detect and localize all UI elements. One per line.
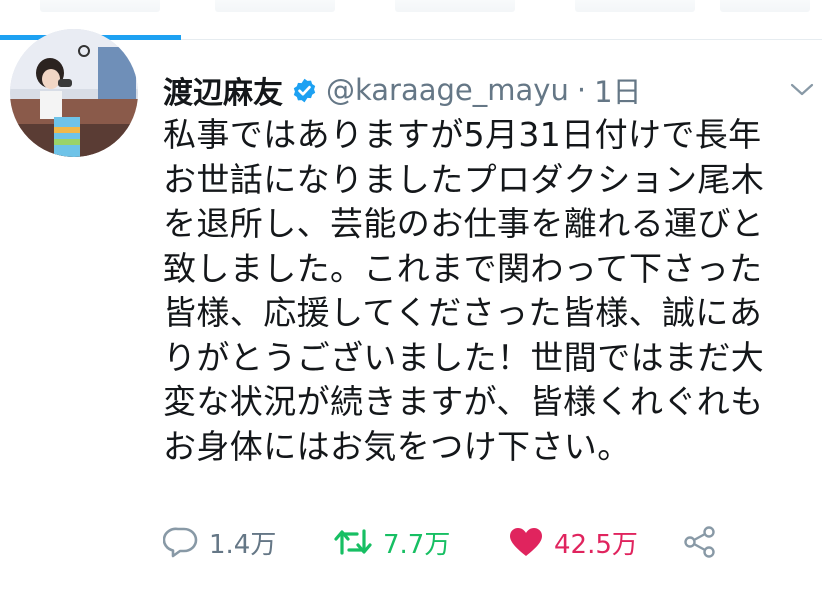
tweet-text-line: お身体にはお気をつけ下さい。 (163, 426, 631, 466)
tab-2[interactable] (215, 0, 335, 12)
like-button[interactable]: 42.5万 (508, 522, 638, 562)
reply-bubble-icon (163, 527, 198, 558)
timestamp[interactable]: 1日 (594, 69, 641, 111)
tab-5[interactable] (720, 0, 810, 12)
reply-button[interactable]: 1.4万 (163, 522, 276, 562)
tweet-text-line: お世話になりましたプロダクション尾木 (163, 159, 765, 199)
tweet-text: 私事ではありますが5月31日付けで長年 お世話になりましたプロダクション尾木 を… (163, 113, 813, 469)
like-count: 42.5万 (554, 529, 638, 560)
tab-4[interactable] (575, 0, 695, 12)
display-name[interactable]: 渡辺麻友 (163, 68, 283, 112)
reply-count: 1.4万 (209, 529, 277, 560)
share-button[interactable] (683, 522, 717, 562)
avatar[interactable] (10, 29, 138, 157)
retweet-button[interactable]: 7.7万 (333, 522, 450, 562)
retweet-count: 7.7万 (383, 529, 451, 560)
tab-1[interactable] (40, 0, 160, 12)
tweet-text-line: 私事ではありますが5月31日付けで長年 (163, 115, 762, 154)
verified-badge-icon (293, 78, 316, 102)
handle[interactable]: @karaage_mayu (326, 73, 569, 107)
tweet-text-line: りがとうございました！世間ではまだ大 (163, 337, 765, 377)
separator: · (576, 73, 587, 107)
tab-3[interactable] (395, 0, 515, 12)
heart-icon (510, 528, 542, 556)
tweet-text-line: 変な状況が続きますが、皆様くれぐれも (163, 382, 764, 421)
share-icon (684, 526, 715, 558)
tweet-header: 渡辺麻友 @karaage_mayu · 1日 (163, 68, 642, 112)
chevron-down-icon[interactable] (789, 82, 815, 98)
tweet-text-line: 皆様、応援してくださった皆様、誠にあ (163, 293, 763, 332)
tweet-actions: 1.4万 7.7万 42.5万 (163, 522, 803, 562)
retweet-icon (334, 529, 372, 555)
tweet-text-line: を退所し、芸能のお仕事を離れる運びと (163, 204, 765, 243)
tab-bar (0, 0, 822, 40)
tweet-text-line: 致しました。これまで関わって下さった (163, 248, 763, 288)
